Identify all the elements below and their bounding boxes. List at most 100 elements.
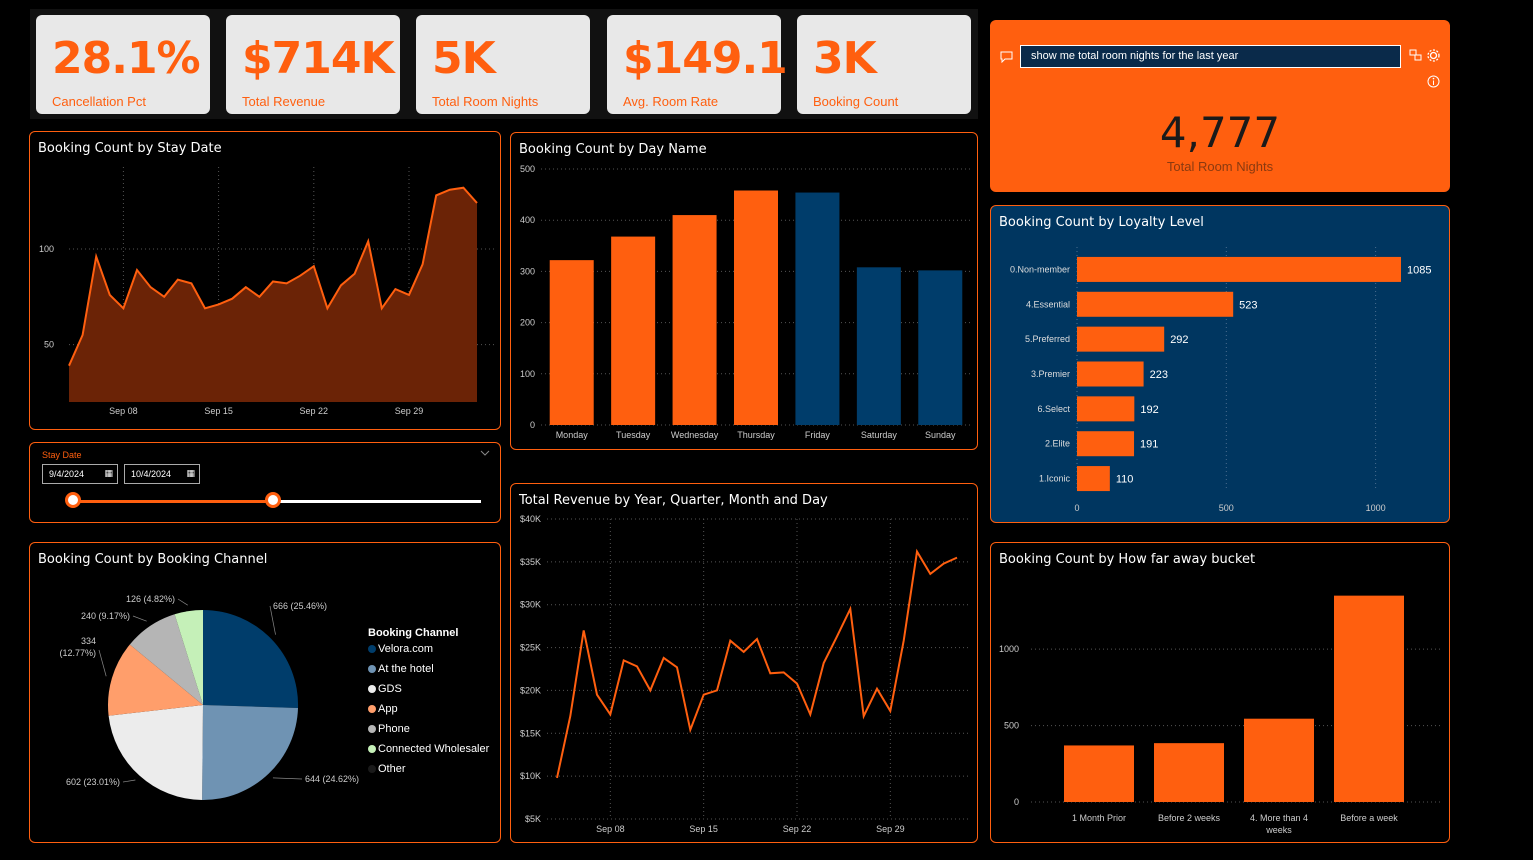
leader-line <box>132 615 147 622</box>
legend-item[interactable]: At the hotel <box>368 659 489 679</box>
calendar-icon[interactable]: ▦ <box>186 468 195 479</box>
legend-item[interactable]: Phone <box>368 719 489 739</box>
bar <box>795 192 840 425</box>
y-tick-label: 3.Premier <box>1031 369 1070 379</box>
convert-visual-icon[interactable] <box>1409 49 1422 61</box>
x-tick-label: Sep 08 <box>596 824 625 834</box>
chart-card-stay-date[interactable]: Booking Count by Stay Date 50 100 Sep 08 Se… <box>29 131 501 430</box>
x-tick-label: 500 <box>1219 503 1234 513</box>
chart-card-loyalty[interactable]: Booking Count by Loyalty Level 0 500 1000 0… <box>990 205 1450 523</box>
y-tick-label: 200 <box>520 318 535 328</box>
y-tick-label: 100 <box>39 244 54 254</box>
x-tick-label: Monday <box>556 430 589 440</box>
y-tick-label: 1.Iconic <box>1039 474 1071 484</box>
legend-item[interactable]: App <box>368 699 489 719</box>
kpi-label: Booking Count <box>813 94 899 109</box>
legend-label: Other <box>378 763 406 775</box>
chat-icon[interactable] <box>1000 51 1013 63</box>
slicer-end-date[interactable]: 10/4/2024 ▦ <box>124 464 200 484</box>
legend-marker <box>368 725 376 734</box>
chart-card-how-far[interactable]: Booking Count by How far away bucket 0 50… <box>990 542 1450 843</box>
y-tick-label: $30K <box>520 600 541 610</box>
legend-item[interactable]: Velora.com <box>368 639 489 659</box>
bar <box>549 260 594 425</box>
y-tick-label: $35K <box>520 557 541 567</box>
qa-question-input[interactable]: show me total room nights for the last y… <box>1020 45 1401 68</box>
area-fill <box>69 187 477 402</box>
data-label: 126 (4.82%) <box>126 594 175 604</box>
gear-icon[interactable] <box>1427 49 1440 62</box>
booking-channel-pie-chart: 666 (25.46%) 644 (24.62%) 602 (23.01%) 334 (… <box>59 594 359 801</box>
y-tick-label: $15K <box>520 728 541 738</box>
end-date-text: 10/4/2024 <box>131 469 172 479</box>
bar <box>1154 743 1224 802</box>
y-tick-label: $25K <box>520 643 541 653</box>
legend-label: At the hotel <box>378 663 434 675</box>
kpi-card-cancellation[interactable]: 28.1% Cancellation Pct <box>36 15 210 114</box>
series-line <box>556 548 958 779</box>
bar <box>611 236 656 425</box>
x-tick-label: Saturday <box>861 430 898 440</box>
chevron-down-icon[interactable] <box>480 449 490 457</box>
y-tick-label: 50 <box>44 340 54 350</box>
chart-card-day-name[interactable]: Booking Count by Day Name 0 100 200 300 400 5… <box>510 132 978 450</box>
x-tick-label: 1000 <box>1366 503 1386 513</box>
pie-slice <box>202 705 298 801</box>
bar <box>1077 291 1234 317</box>
y-tick-label: 100 <box>520 369 535 379</box>
legend-label: Phone <box>378 723 410 735</box>
leader-line <box>98 649 107 677</box>
chart-card-booking-channel[interactable]: Booking Count by Booking Channel 666 (25… <box>29 542 501 843</box>
x-tick-label: 4. More than 4 <box>1250 813 1308 823</box>
kpi-card-room-nights[interactable]: 5K Total Room Nights <box>416 15 590 114</box>
data-label: 602 (23.01%) <box>66 777 120 787</box>
slider-start-handle[interactable] <box>65 492 81 508</box>
bar <box>734 190 778 425</box>
y-tick-label: 0.Non-member <box>1010 264 1070 274</box>
kpi-card-revenue[interactable]: $714K Total Revenue <box>226 15 400 114</box>
stay-date-area-chart: 50 100 Sep 08 Sep 15 Sep 22 Sep 29 <box>39 167 497 416</box>
pie-slice <box>203 610 299 708</box>
qa-result-label: Total Room Nights <box>1166 159 1274 174</box>
kpi-card-room-rate[interactable]: $149.1 Avg. Room Rate <box>607 15 788 114</box>
legend-item[interactable]: GDS <box>368 679 489 699</box>
slicer-start-date[interactable]: 9/4/2024 ▦ <box>42 464 118 484</box>
data-label: 192 <box>1140 404 1158 416</box>
y-tick-label: 0 <box>1014 797 1019 807</box>
x-tick-label: Sep 29 <box>876 824 905 834</box>
qa-visual[interactable]: show me total room nights for the last y… <box>990 20 1450 192</box>
legend-label: GDS <box>378 683 402 695</box>
bar <box>1077 396 1135 422</box>
stay-date-slicer[interactable]: Stay Date 9/4/2024 ▦ 10/4/2024 ▦ <box>29 442 501 523</box>
x-tick-label: Sep 15 <box>204 406 233 416</box>
y-tick-label: $20K <box>520 685 541 695</box>
kpi-value: $149.1 <box>623 33 788 84</box>
kpi-card-booking-count[interactable]: 3K Booking Count <box>797 15 971 114</box>
data-label: 292 <box>1170 334 1188 346</box>
y-tick-label: 300 <box>520 266 535 276</box>
how-far-bar-chart: 0 500 1000 1 Month Prior Before 2 weeks 4. Mo… <box>999 595 1441 835</box>
y-tick-label: 4.Essential <box>1026 299 1070 309</box>
y-tick-label: $10K <box>520 771 541 781</box>
day-name-bar-chart: 0 100 200 300 400 500 Monday Tuesday Wednesday Th… <box>520 164 971 440</box>
pie-legend: Booking Channel Velora.com At the hotel GD… <box>368 627 489 779</box>
kpi-label: Total Room Nights <box>432 94 539 109</box>
info-icon[interactable] <box>1427 75 1440 88</box>
legend-item[interactable]: Other <box>368 759 489 779</box>
x-tick-label: 0 <box>1074 503 1079 513</box>
slider-end-handle[interactable] <box>265 492 281 508</box>
bar <box>1077 431 1135 457</box>
data-label: 191 <box>1140 439 1158 451</box>
legend-item[interactable]: Connected Wholesaler <box>368 739 489 759</box>
calendar-icon[interactable]: ▦ <box>104 468 113 479</box>
x-tick-label: 1 Month Prior <box>1072 813 1126 823</box>
y-tick-label: 2.Elite <box>1045 439 1070 449</box>
chart-card-revenue[interactable]: Total Revenue by Year, Quarter, Month an… <box>510 483 978 843</box>
legend-marker <box>368 665 376 674</box>
data-label: 110 <box>1116 474 1134 486</box>
leader-line <box>122 779 136 783</box>
y-tick-label: 6.Select <box>1037 404 1070 414</box>
x-tick-label: Thursday <box>737 430 775 440</box>
bar <box>918 270 963 425</box>
y-tick-label: 0 <box>530 420 535 430</box>
